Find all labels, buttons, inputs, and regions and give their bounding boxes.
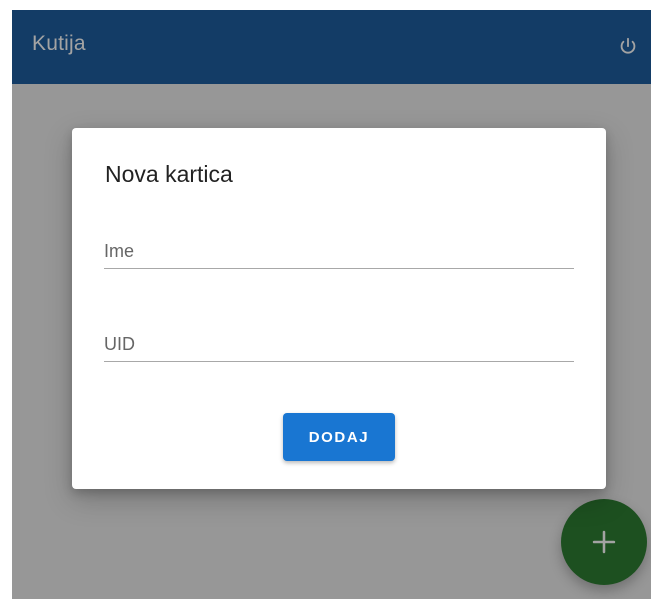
- uid-field: [104, 321, 574, 362]
- new-card-dialog: Nova kartica DODAJ: [72, 128, 606, 489]
- name-input[interactable]: [104, 239, 574, 263]
- add-button[interactable]: DODAJ: [283, 413, 395, 461]
- app-window: Kutija Nova kartica DODAJ: [12, 10, 651, 599]
- uid-input[interactable]: [104, 332, 574, 356]
- name-field: [104, 228, 574, 269]
- dialog-title: Nova kartica: [105, 161, 233, 187]
